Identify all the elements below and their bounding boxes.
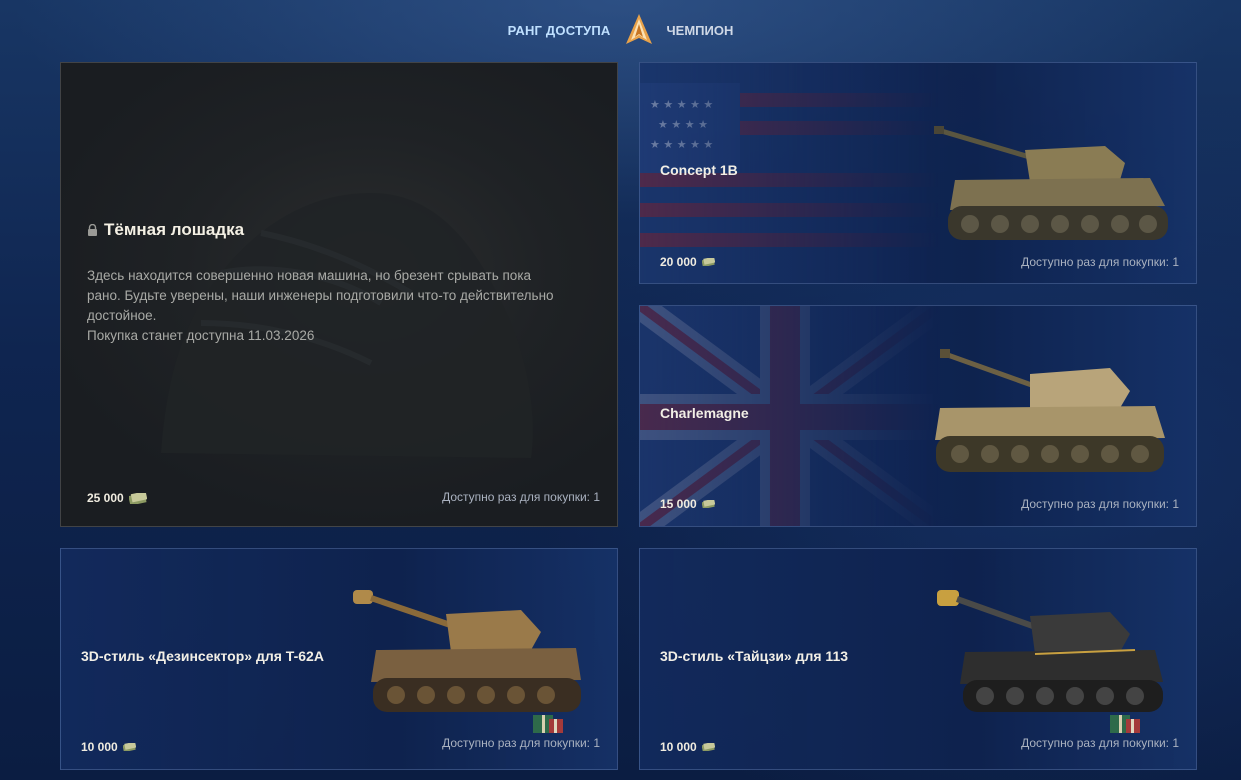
rank-value: ЧЕМПИОН	[666, 22, 734, 38]
access-rank-header: РАНГ ДОСТУПА ЧЕМПИОН	[0, 0, 1241, 60]
price: 10 000	[660, 740, 715, 754]
concept-1b-tank-image	[934, 126, 1168, 240]
cash-icon	[122, 743, 136, 751]
availability: Доступно раз для покупки: 1	[442, 490, 600, 504]
cash-icon	[701, 258, 715, 266]
style-t62a-card[interactable]: 3D-стиль «Дезинсектор» для T-62A 10 000 …	[60, 548, 618, 770]
charlemagne-card[interactable]: Charlemagne 15 000 Доступно раз для поку…	[639, 305, 1197, 527]
svg-text:★ ★ ★ ★ ★: ★ ★ ★ ★ ★	[650, 138, 713, 151]
dark-horse-title: Тёмная лошадка	[104, 220, 245, 239]
gift-icon	[533, 715, 563, 733]
dark-horse-title-row: Тёмная лошадка	[87, 220, 244, 240]
gift-icon	[1110, 715, 1140, 733]
cash-icon	[701, 500, 715, 508]
availability: Доступно раз для покупки: 1	[1021, 497, 1179, 511]
price: 25 000	[87, 491, 147, 505]
description-line: рано. Будьте уверены, наши инженеры подг…	[87, 288, 554, 303]
description-line: Здесь находится совершенно новая машина,…	[87, 268, 532, 283]
cash-icon	[701, 743, 715, 751]
price-value: 25 000	[87, 491, 124, 505]
champion-rank-icon	[625, 14, 652, 44]
price-value: 15 000	[660, 497, 697, 511]
svg-text:★ ★ ★ ★: ★ ★ ★ ★	[658, 118, 708, 131]
style-113-title: 3D-стиль «Тайцзи» для 113	[660, 648, 849, 664]
price: 15 000	[660, 497, 715, 511]
price: 20 000	[660, 255, 715, 269]
t62a-style-tank-image	[353, 590, 581, 712]
concept-1b-card[interactable]: ★ ★ ★ ★ ★ ★ ★ ★ ★ ★ ★ ★ ★ ★ Concept 1B 2…	[639, 62, 1197, 284]
description-line: достойное.	[87, 308, 157, 323]
price: 10 000	[81, 740, 136, 754]
price-value: 10 000	[660, 740, 697, 754]
availability: Доступно раз для покупки: 1	[1021, 736, 1179, 750]
availability: Доступно раз для покупки: 1	[1021, 255, 1179, 269]
svg-text:★ ★ ★ ★ ★: ★ ★ ★ ★ ★	[650, 98, 713, 111]
style-113-card[interactable]: 3D-стиль «Тайцзи» для 113 10 000 Доступн…	[639, 548, 1197, 770]
charlemagne-title: Charlemagne	[660, 405, 749, 421]
cash-icon	[128, 492, 147, 504]
charlemagne-tank-image	[935, 349, 1165, 472]
dark-horse-card[interactable]: Тёмная лошадка Здесь находится совершенн…	[60, 62, 618, 527]
style-113-tank-image	[937, 590, 1163, 712]
availability-date-line: Покупка станет доступна 11.03.2026	[87, 328, 315, 343]
price-value: 10 000	[81, 740, 118, 754]
dark-horse-description: Здесь находится совершенно новая машина,…	[87, 266, 577, 346]
price-value: 20 000	[660, 255, 697, 269]
lock-icon	[88, 224, 97, 236]
rank-label: РАНГ ДОСТУПА	[507, 22, 611, 38]
style-t62a-title: 3D-стиль «Дезинсектор» для T-62A	[81, 648, 324, 664]
concept-1b-title: Concept 1B	[660, 162, 738, 178]
availability: Доступно раз для покупки: 1	[442, 736, 600, 750]
